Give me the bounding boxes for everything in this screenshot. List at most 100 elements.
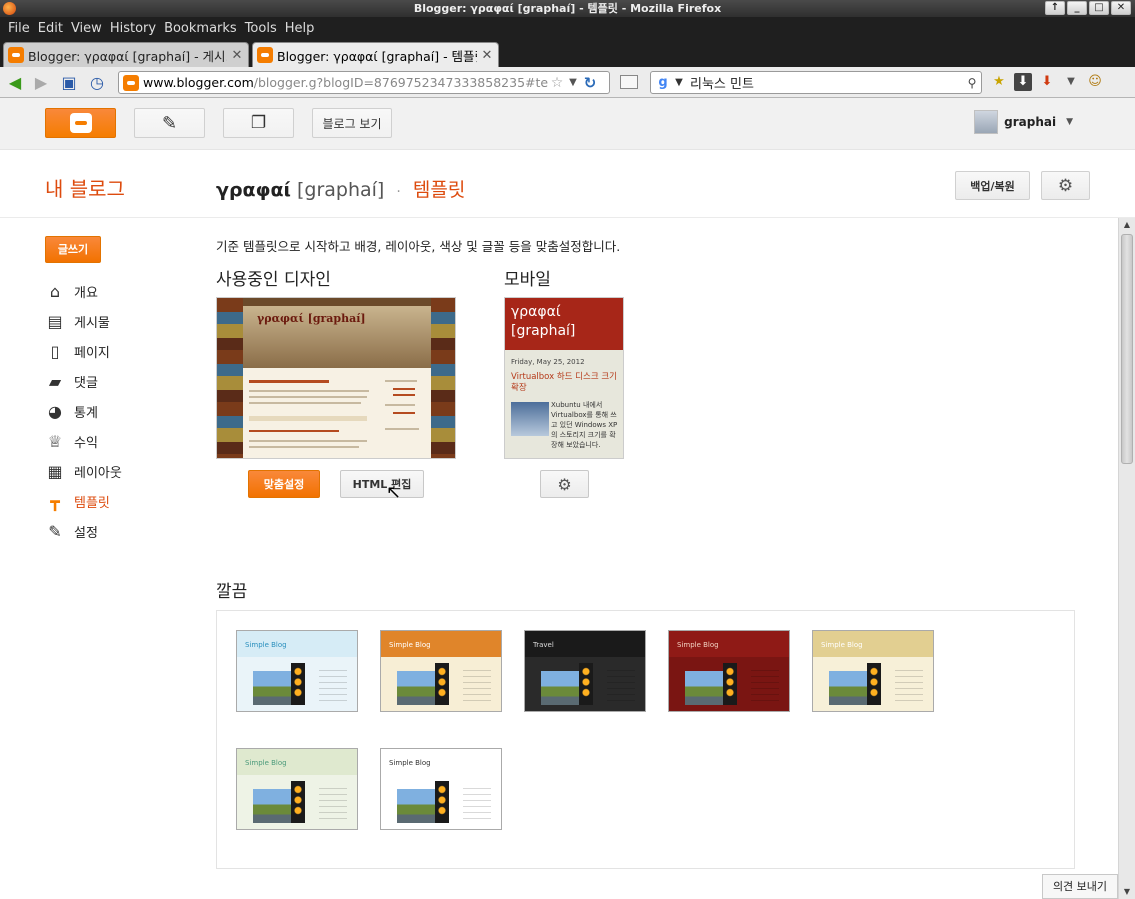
menu-edit[interactable]: Edit [38, 21, 63, 36]
menu-file[interactable]: File [8, 21, 30, 36]
tab-close-icon[interactable]: ✕ [480, 48, 494, 63]
sidebar-item-posts[interactable]: ▤ 게시물 [45, 306, 122, 336]
template-thumbnail-simple-white[interactable]: Simple Blog [380, 748, 502, 830]
search-icon[interactable]: ⚲ [963, 76, 981, 90]
search-bar[interactable]: g ▼ 리눅스 민트 ⚲ [650, 71, 982, 94]
window-minimize-button[interactable]: _ [1067, 1, 1087, 15]
my-blogs-link[interactable]: 내 블로그 [45, 173, 125, 202]
menu-view[interactable]: View [71, 21, 102, 36]
home-bookmark-icon[interactable]: ▣ [59, 73, 79, 93]
menu-tools[interactable]: Tools [245, 21, 277, 36]
thumb-sidebar [607, 665, 635, 705]
customize-button[interactable]: 맞춤설정 [248, 470, 320, 498]
bookmark-star-icon[interactable]: ☆ [548, 75, 566, 91]
back-arrow-icon[interactable]: ◀ [5, 73, 25, 93]
bookmarks-star-icon[interactable]: ★ [990, 73, 1008, 91]
mobile-preview-post-text: Xubuntu 내에서 Virtualbox를 통해 쓰고 있던 Windows… [551, 401, 618, 449]
mobile-settings-button[interactable]: ⚙ [540, 470, 589, 498]
mobile-template-preview[interactable]: γραφαί [graphaí] Friday, May 25, 2012 Vi… [504, 297, 624, 459]
tab-label: Blogger: γραφαί [graphaí] - 템플릿 [277, 48, 477, 64]
scroll-down-icon[interactable]: ▼ [1119, 885, 1135, 899]
tab-close-icon[interactable]: ✕ [230, 48, 244, 63]
thumb-header: Simple Blog [813, 631, 933, 657]
posts-list-button[interactable]: ❐ [223, 108, 294, 138]
thumb-header: Simple Blog [237, 631, 357, 657]
backup-restore-button[interactable]: 백업/복원 [955, 171, 1030, 200]
sidebar-item-label: 게시물 [74, 315, 110, 331]
tab-label: Blogger: γραφαί [graphaí] - 게시… [28, 48, 227, 64]
gear-icon: ⚙ [1057, 175, 1074, 196]
sidebar-item-label: 설정 [74, 525, 98, 541]
preview-post-title [249, 380, 329, 383]
sidebar-item-settings[interactable]: ✎ 설정 [45, 516, 122, 546]
settings-gear-button[interactable]: ⚙ [1041, 171, 1090, 200]
browser-tab-template[interactable]: Blogger: γραφαί [graphaí] - 템플릿 ✕ [252, 42, 499, 67]
user-menu[interactable]: graphai ▼ [974, 110, 1073, 134]
scrollbar-thumb[interactable] [1121, 234, 1133, 464]
layout-icon: ▦ [47, 461, 63, 481]
preview-sidebar-line [393, 388, 415, 390]
thumb-title: Simple Blog [821, 641, 863, 649]
view-blog-button[interactable]: 블로그 보기 [312, 108, 392, 138]
window-raise-button[interactable]: ↑ [1045, 1, 1065, 15]
template-thumbnail-simple-light-blue[interactable]: Simple Blog [236, 630, 358, 712]
menu-history[interactable]: History [110, 21, 156, 36]
stats-pie-icon: ◕ [48, 401, 62, 421]
comment-icon: ▰ [48, 371, 62, 391]
preview-header-image: γραφαί [graphaí] [243, 306, 431, 368]
scroll-up-icon[interactable]: ▲ [1119, 218, 1135, 232]
sidebar-item-overview[interactable]: ⌂ 개요 [45, 276, 122, 306]
blogger-favicon-icon [8, 47, 24, 63]
window-close-button[interactable]: ✕ [1111, 1, 1131, 15]
history-clock-icon[interactable]: ◷ [87, 73, 107, 93]
desktop-template-preview[interactable]: γραφαί [graphaí] [216, 297, 456, 459]
sidebar-item-earnings[interactable]: ♕ 수익 [45, 426, 122, 456]
thumb-sidebar [319, 783, 347, 823]
sidebar-item-pages[interactable]: ▯ 페이지 [45, 336, 122, 366]
sidebar-item-template[interactable]: ┳ 템플릿 [45, 486, 122, 516]
thumb-title: Simple Blog [677, 641, 719, 649]
addon-dropdown-icon[interactable]: ▼ [1062, 73, 1080, 91]
template-thumbnail-simple-red[interactable]: Simple Blog [668, 630, 790, 712]
toolbar-addon-icons: ★ ⬇ ⬇ ▼ ☺ [990, 73, 1104, 91]
template-category-heading: 깔끔 [216, 582, 248, 602]
page-scrollbar[interactable]: ▲ ▼ [1118, 218, 1135, 899]
browser-tab-posts[interactable]: Blogger: γραφαί [graphaí] - 게시… ✕ [3, 42, 249, 67]
google-icon[interactable]: g [654, 75, 672, 91]
new-post-button[interactable]: 글쓰기 [45, 236, 101, 263]
sidebar-item-label: 레이아웃 [74, 465, 122, 481]
downloads-icon[interactable]: ⬇ [1014, 73, 1032, 91]
template-thumbnail-simple-tan[interactable]: Simple Blog [812, 630, 934, 712]
edit-html-button[interactable]: HTML 편집 [340, 470, 424, 498]
mail-icon[interactable] [620, 75, 638, 89]
send-feedback-button[interactable]: 의견 보내기 [1042, 874, 1118, 899]
sidebar-item-layout[interactable]: ▦ 레이아웃 [45, 456, 122, 486]
thumb-sidebar [751, 665, 779, 705]
sidebar-item-stats[interactable]: ◕ 통계 [45, 396, 122, 426]
url-dropdown-icon[interactable]: ▼ [566, 77, 580, 88]
reload-icon[interactable]: ↻ [580, 74, 600, 92]
sidebar-item-comments[interactable]: ▰ 댓글 [45, 366, 122, 396]
url-bar[interactable]: www.blogger.com/blogger.g?blogID=8769752… [118, 71, 610, 94]
menu-bookmarks[interactable]: Bookmarks [164, 21, 237, 36]
template-thumbnail-travel-dark[interactable]: Travel [524, 630, 646, 712]
greasemonkey-icon[interactable]: ☺ [1086, 73, 1104, 91]
template-thumbnail-simple-sage[interactable]: Simple Blog [236, 748, 358, 830]
sidebar-item-label: 개요 [74, 285, 98, 301]
page-icon: ▯ [50, 341, 60, 361]
thumb-title: Simple Blog [389, 641, 431, 649]
search-input[interactable]: 리눅스 민트 [686, 73, 963, 92]
new-post-pencil-button[interactable]: ✎ [134, 108, 205, 138]
thumb-header: Simple Blog [381, 631, 501, 657]
blogger-home-button[interactable] [45, 108, 116, 138]
addon-arrow-icon[interactable]: ⬇ [1038, 73, 1056, 91]
template-intro-text: 기준 템플릿으로 시작하고 배경, 레이아웃, 색상 및 글꼴 등을 맞춤설정합… [216, 239, 621, 254]
title-separator: · [396, 184, 401, 200]
menu-help[interactable]: Help [285, 21, 315, 36]
window-maximize-button[interactable]: □ [1089, 1, 1109, 15]
template-thumbnail-simple-orange[interactable]: Simple Blog [380, 630, 502, 712]
preview-text-line [249, 416, 367, 421]
url-text[interactable]: www.blogger.com/blogger.g?blogID=8769752… [143, 75, 548, 90]
search-engine-dropdown-icon[interactable]: ▼ [672, 77, 686, 88]
forward-arrow-icon[interactable]: ▶ [31, 73, 51, 93]
